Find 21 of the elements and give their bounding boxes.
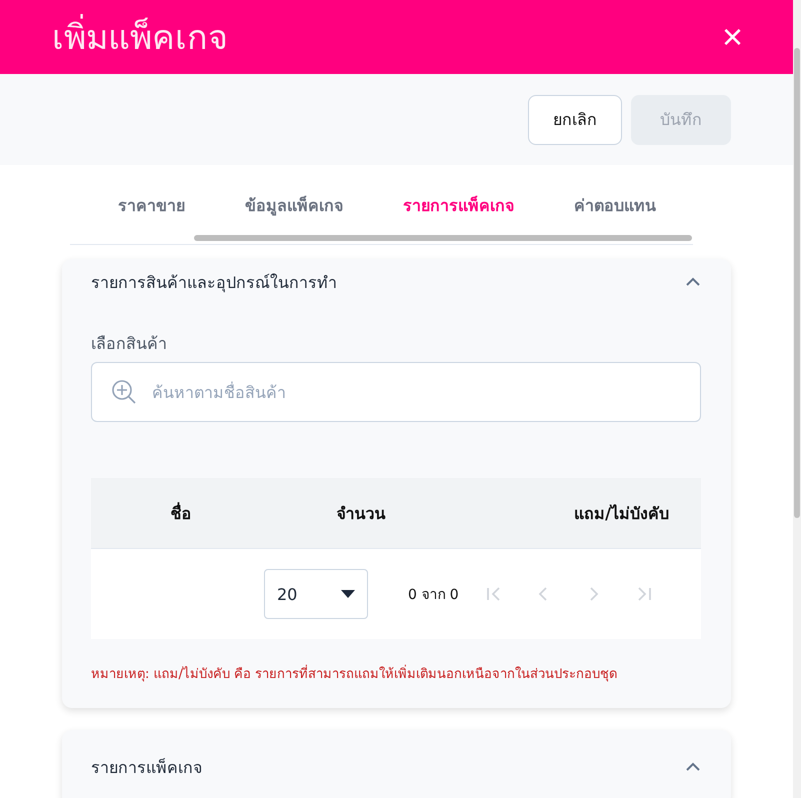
field-label: เลือกสินค้า	[91, 333, 168, 355]
column-header: จำนวน	[336, 502, 386, 524]
search-field[interactable]: ค้นหาตามชื่อสินค้า	[91, 362, 701, 422]
close-button[interactable]: ×	[722, 19, 743, 55]
page-size-select[interactable]: 20	[264, 569, 368, 619]
section-title: รายการแพ็คเกจ	[91, 756, 202, 778]
chevron-up-icon[interactable]	[685, 762, 701, 772]
scrollbar[interactable]	[194, 235, 692, 241]
section-title: รายการสินค้าและอุปกรณ์ในการทำ	[91, 272, 337, 294]
tab[interactable]: ค่าตอบแทน	[558, 185, 672, 238]
scrollbar[interactable]	[794, 48, 800, 518]
caret-icon	[341, 590, 355, 598]
chevron-up-icon[interactable]	[685, 277, 701, 287]
dialog-title: เพิ่มแพ็คเกจ	[52, 10, 228, 64]
tab[interactable]: ราคาขาย	[102, 185, 201, 238]
page-range: 0 จาก 0	[408, 586, 459, 605]
tab[interactable]: ข้อมูลแพ็คเกจ	[229, 185, 359, 238]
cancel-button[interactable]: ยกเลิก	[528, 94, 622, 144]
column-header: ชื่อ	[170, 501, 192, 524]
column-header: แถม/ไม่บังคับ	[573, 502, 670, 524]
note-text: หมายเหตุ: แถม/ไม่บังคับ คือ รายการที่สามารถแถมให้เพิ่มเติมนอกเหนือจากในส่วนประกอบชุด	[91, 663, 701, 684]
